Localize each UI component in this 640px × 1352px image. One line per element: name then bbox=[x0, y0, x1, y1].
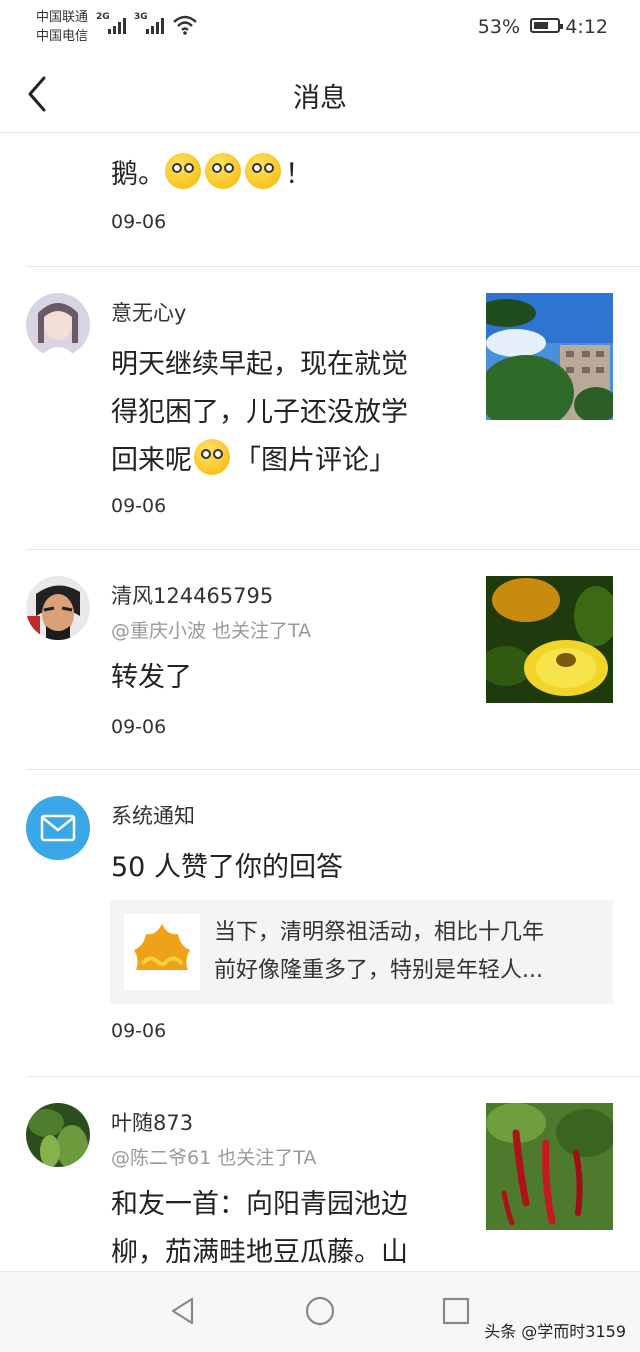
user-name[interactable]: 清风124465795 bbox=[111, 580, 273, 610]
dizzy-face-icon bbox=[245, 153, 281, 189]
thumbnail-image[interactable] bbox=[486, 576, 613, 703]
user-name[interactable]: 叶随873 bbox=[111, 1107, 193, 1137]
divider bbox=[26, 1076, 640, 1077]
message-text: 和友一首：向阳青园池边 柳，茄满畦地豆瓜藤。山 bbox=[111, 1189, 408, 1268]
avatar[interactable] bbox=[26, 576, 90, 640]
user-name[interactable]: 意无心y bbox=[111, 297, 186, 327]
message-text: 鹅。！ bbox=[111, 151, 312, 199]
thumbnail-image[interactable] bbox=[486, 1103, 613, 1230]
thumbnail-image[interactable] bbox=[486, 293, 613, 420]
title-bar: 消息 bbox=[0, 56, 640, 133]
carrier-1: 中国联通 bbox=[36, 10, 89, 25]
follow-note: @重庆小波 也关注了TA bbox=[111, 620, 312, 642]
nav-back-icon[interactable] bbox=[168, 1296, 198, 1326]
carrier-labels: 中国联通 中国电信 bbox=[36, 8, 88, 46]
answer-card[interactable]: 当下，清明祭祖活动，相比十几年 前好像隆重多了，特别是年轻人... bbox=[110, 900, 613, 1004]
message-list[interactable]: 鹅。！ 09-06 意无心y 明天继续早起，现在就觉 得犯困了，儿子还没放学 回… bbox=[0, 133, 640, 1271]
message-date: 09-06 bbox=[111, 495, 167, 517]
message-date: 09-06 bbox=[111, 716, 167, 738]
dizzy-face-icon bbox=[165, 153, 201, 189]
watermark: 头条 @学而时3159 bbox=[484, 1322, 626, 1341]
wifi-icon bbox=[173, 15, 197, 35]
clock: 4:12 bbox=[565, 16, 608, 38]
dizzy-face-icon bbox=[205, 153, 241, 189]
message-text: 明天继续早起，现在就觉 得犯困了，儿子还没放学 回来呢 「图片评论」 bbox=[111, 349, 408, 476]
avatar[interactable] bbox=[26, 1103, 90, 1167]
avatar[interactable] bbox=[26, 293, 90, 357]
divider bbox=[26, 549, 640, 550]
page-title: 消息 bbox=[293, 83, 347, 114]
message-date: 09-06 bbox=[111, 1020, 167, 1042]
card-excerpt: 当下，清明祭祖活动，相比十几年 前好像隆重多了，特别是年轻人... bbox=[214, 920, 545, 983]
sender-name: 系统通知 bbox=[111, 804, 195, 828]
divider bbox=[26, 266, 640, 267]
divider bbox=[26, 769, 640, 770]
carrier-2: 中国电信 bbox=[36, 29, 89, 44]
message-text: 50 人赞了你的回答 bbox=[111, 852, 343, 883]
sleepy-face-icon bbox=[194, 439, 230, 475]
nav-recents-icon[interactable] bbox=[442, 1296, 470, 1326]
battery-icon bbox=[530, 18, 563, 33]
message-text: 转发了 bbox=[111, 662, 192, 693]
follow-note: @陈二爷61 也关注了TA bbox=[111, 1147, 317, 1169]
battery-percent: 53% bbox=[477, 16, 520, 38]
status-bar: 中国联通 中国电信 2G 3G 53% 4:12 bbox=[0, 0, 640, 56]
message-date: 09-06 bbox=[111, 211, 167, 233]
nav-home-icon[interactable] bbox=[305, 1296, 335, 1326]
mail-icon[interactable] bbox=[26, 796, 90, 860]
app-logo-icon bbox=[124, 914, 200, 990]
